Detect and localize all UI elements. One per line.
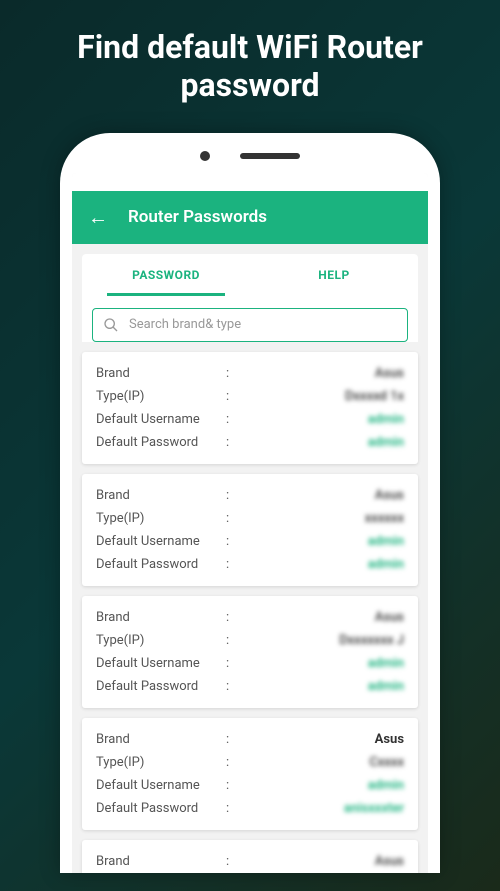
tabs: PASSWORD HELP — [82, 254, 418, 296]
row-colon: : — [226, 854, 238, 869]
row-label: Default Password — [96, 801, 226, 816]
row-label: Brand — [96, 610, 226, 625]
card-row: Type(IP):Cxxxx — [96, 751, 404, 774]
row-value: admin — [238, 412, 404, 427]
row-label: Brand — [96, 366, 226, 381]
search-placeholder: Search brand& type — [129, 317, 241, 332]
router-card[interactable]: Brand:AsusType(IP):Rxxxxxx 0Default User… — [82, 840, 418, 873]
row-value: Asus — [238, 366, 404, 381]
search-section: Search brand& type — [82, 296, 418, 342]
router-card[interactable]: Brand:AsusType(IP):CxxxxDefault Username… — [82, 718, 418, 830]
card-row: Brand:Asus — [96, 728, 404, 751]
row-colon: : — [226, 488, 238, 503]
card-row: Default Password:anisxxxter — [96, 797, 404, 820]
row-value: Asus — [238, 488, 404, 503]
row-label: Type(IP) — [96, 755, 226, 770]
camera-icon — [200, 151, 210, 161]
row-value: admin — [238, 778, 404, 793]
phone-screen: ← Router Passwords PASSWORD HELP Search … — [72, 173, 428, 873]
row-label: Default Password — [96, 435, 226, 450]
row-label: Type(IP) — [96, 633, 226, 648]
row-colon: : — [226, 633, 238, 648]
router-card[interactable]: Brand:AsusType(IP):xxxxxxDefault Usernam… — [82, 474, 418, 586]
promo-heading: Find default WiFi Router password — [0, 0, 500, 125]
row-value: admin — [238, 534, 404, 549]
row-label: Brand — [96, 732, 226, 747]
row-value: anisxxxter — [238, 801, 404, 816]
row-label: Type(IP) — [96, 389, 226, 404]
row-value: admin — [238, 679, 404, 694]
row-colon: : — [226, 511, 238, 526]
search-input[interactable]: Search brand& type — [92, 308, 408, 342]
tab-password[interactable]: PASSWORD — [82, 254, 250, 296]
row-label: Default Username — [96, 778, 226, 793]
speaker-icon — [240, 153, 300, 159]
card-row: Default Password:admin — [96, 553, 404, 576]
row-value: Asus — [238, 732, 404, 747]
status-bar — [72, 173, 428, 191]
row-value: Asus — [238, 854, 404, 869]
row-label: Brand — [96, 488, 226, 503]
row-colon: : — [226, 656, 238, 671]
header-title: Router Passwords — [128, 207, 267, 227]
row-value: xxxxxx — [238, 511, 404, 526]
row-label: Default Password — [96, 679, 226, 694]
row-colon: : — [226, 610, 238, 625]
row-value: Dxxxxxxx J — [238, 633, 404, 648]
row-colon: : — [226, 557, 238, 572]
row-label: Brand — [96, 854, 226, 869]
row-colon: : — [226, 755, 238, 770]
row-label: Default Username — [96, 534, 226, 549]
row-colon: : — [226, 732, 238, 747]
row-colon: : — [226, 534, 238, 549]
search-icon — [103, 317, 119, 333]
row-colon: : — [226, 801, 238, 816]
row-value: admin — [238, 656, 404, 671]
phone-frame: ← Router Passwords PASSWORD HELP Search … — [60, 133, 440, 873]
card-row: Type(IP):Dxxxxd 1x — [96, 385, 404, 408]
card-row: Brand:Asus — [96, 362, 404, 385]
card-row: Default Username:admin — [96, 408, 404, 431]
card-row: Brand:Asus — [96, 850, 404, 873]
app-header: ← Router Passwords — [72, 191, 428, 244]
cards-list: Brand:AsusType(IP):Dxxxxd 1xDefault User… — [82, 352, 418, 873]
phone-notch — [72, 145, 428, 173]
row-label: Default Username — [96, 656, 226, 671]
back-arrow-icon[interactable]: ← — [88, 205, 108, 230]
tab-help[interactable]: HELP — [250, 254, 418, 296]
row-value: Cxxxx — [238, 755, 404, 770]
row-colon: : — [226, 389, 238, 404]
card-row: Brand:Asus — [96, 606, 404, 629]
card-row: Type(IP):xxxxxx — [96, 507, 404, 530]
card-row: Default Username:admin — [96, 652, 404, 675]
card-row: Brand:Asus — [96, 484, 404, 507]
card-row: Default Username:admin — [96, 774, 404, 797]
card-row: Default Username:admin — [96, 530, 404, 553]
row-value: admin — [238, 435, 404, 450]
row-value: Asus — [238, 610, 404, 625]
router-card[interactable]: Brand:AsusType(IP):Dxxxxd 1xDefault User… — [82, 352, 418, 464]
row-value: admin — [238, 557, 404, 572]
row-colon: : — [226, 366, 238, 381]
row-label: Type(IP) — [96, 511, 226, 526]
router-card[interactable]: Brand:AsusType(IP):Dxxxxxxx JDefault Use… — [82, 596, 418, 708]
row-colon: : — [226, 412, 238, 427]
row-value: Dxxxxd 1x — [238, 389, 404, 404]
row-colon: : — [226, 778, 238, 793]
row-label: Default Password — [96, 557, 226, 572]
card-row: Default Password:admin — [96, 431, 404, 454]
row-colon: : — [226, 435, 238, 450]
card-row: Type(IP):Dxxxxxxx J — [96, 629, 404, 652]
row-colon: : — [226, 679, 238, 694]
row-label: Default Username — [96, 412, 226, 427]
card-row: Default Password:admin — [96, 675, 404, 698]
